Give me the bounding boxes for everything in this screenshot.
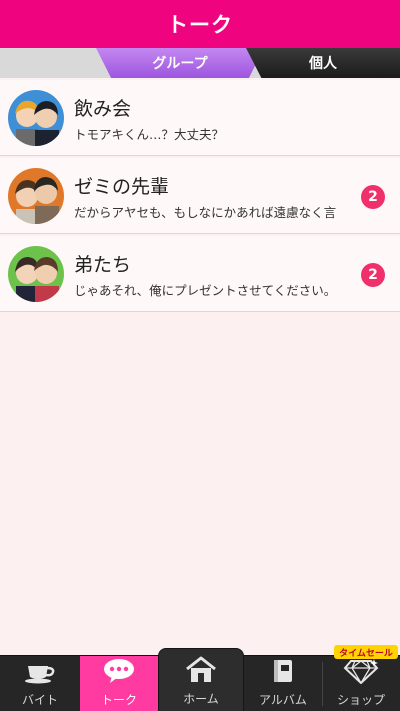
- group-avatar: [8, 246, 64, 302]
- unread-badge: 2: [361, 263, 385, 287]
- nav-album-label: アルバム: [259, 693, 307, 707]
- nav-home[interactable]: ホーム: [158, 648, 244, 711]
- tab-personal[interactable]: 個人: [246, 48, 400, 78]
- nav-shop[interactable]: ショップ: [322, 656, 400, 711]
- page-title: トーク: [167, 13, 233, 37]
- chat-preview: だからアヤセも、もしなにかあれば遠慮なく言: [74, 205, 337, 220]
- tab-group[interactable]: グループ: [96, 48, 264, 78]
- group-avatar: [8, 90, 64, 146]
- tab-group-label: グループ: [152, 56, 208, 72]
- unread-badge: 2: [361, 185, 385, 209]
- house-icon: [184, 655, 218, 687]
- chat-list: 飲み会 トモアキくん…？大丈夫？ ゼミの先輩 だからアヤセも、もしなにかあれば遠…: [0, 80, 400, 314]
- nav-talk-label: トーク: [100, 693, 137, 707]
- group-avatar: [8, 168, 64, 224]
- nav-part-time[interactable]: バイト: [0, 656, 80, 711]
- diamond-icon: [343, 658, 379, 688]
- nav-album[interactable]: アルバム: [244, 656, 322, 711]
- nav-part-time-label: バイト: [21, 693, 58, 707]
- coffee-cup-icon: [23, 660, 57, 688]
- chat-name: 飲み会: [74, 98, 132, 120]
- nav-talk[interactable]: トーク: [80, 656, 158, 711]
- chat-name: ゼミの先輩: [74, 176, 170, 198]
- nav-shop-label: ショップ: [336, 693, 385, 707]
- chat-item-drinking-party[interactable]: 飲み会 トモアキくん…？大丈夫？: [0, 80, 400, 156]
- chat-item-younger-brothers[interactable]: 弟たち じゃあそれ、俺にプレゼントさせてください。 2: [0, 236, 400, 312]
- chat-preview: じゃあそれ、俺にプレゼントさせてください。: [74, 283, 337, 298]
- chat-preview: トモアキくん…？大丈夫？: [74, 127, 225, 142]
- tab-personal-label: 個人: [309, 56, 337, 72]
- speech-bubble-icon: [102, 658, 136, 688]
- album-book-icon: [268, 658, 298, 688]
- chat-item-seminar-seniors[interactable]: ゼミの先輩 だからアヤセも、もしなにかあれば遠慮なく言 2: [0, 158, 400, 234]
- bottom-nav: バイト トーク ホーム アルバム ショップ: [0, 648, 400, 711]
- tab-bar: グループ 個人: [0, 48, 400, 78]
- app-header: トーク: [0, 0, 400, 48]
- nav-home-label: ホーム: [183, 692, 219, 706]
- chat-name: 弟たち: [74, 254, 132, 276]
- time-sale-ribbon[interactable]: タイムセール: [334, 645, 398, 659]
- time-sale-label: タイムセール: [339, 648, 393, 659]
